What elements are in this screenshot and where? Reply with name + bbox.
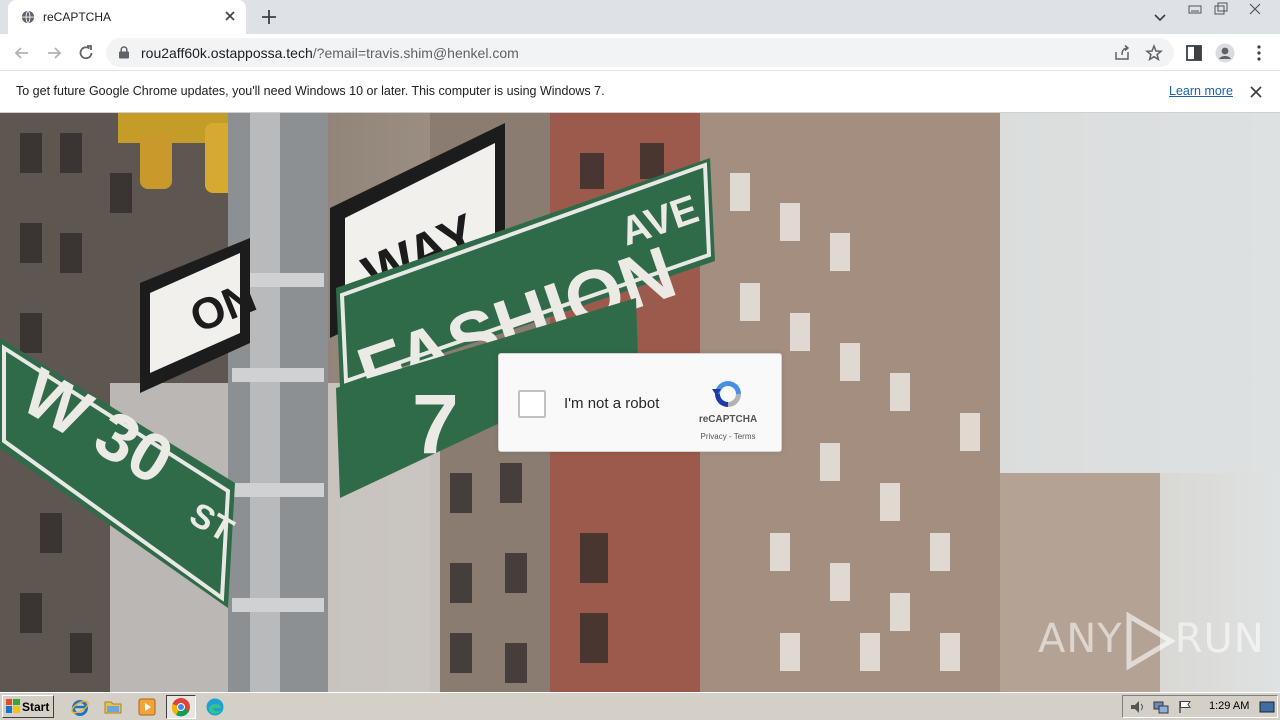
restore-icon[interactable]	[1210, 1, 1232, 17]
profile-avatar-icon[interactable]	[1215, 43, 1235, 63]
tab-title: reCAPTCHA	[43, 10, 112, 24]
reload-icon[interactable]	[76, 43, 96, 63]
share-icon[interactable]	[1113, 44, 1131, 62]
close-window-icon[interactable]	[1244, 1, 1266, 17]
watermark-left: ANY	[1038, 616, 1123, 662]
seventh-sign-text: 7	[412, 377, 459, 471]
menu-kebab-icon[interactable]	[1249, 43, 1269, 63]
recaptcha-widget: I'm not a robot reCAPTCHA Privacy - Term…	[498, 353, 782, 452]
bookmark-star-icon[interactable]	[1145, 44, 1163, 62]
tab-close-icon[interactable]	[222, 8, 238, 24]
url-text[interactable]: rou2aff60k.ostappossa.tech/?email=travis…	[141, 45, 519, 61]
play-logo-icon	[1126, 612, 1175, 670]
terms-link[interactable]: Terms	[734, 432, 756, 441]
windows-taskbar: Start 1:29 AM	[0, 692, 1280, 720]
forward-icon[interactable]	[44, 43, 64, 63]
media-player-icon[interactable]	[137, 697, 157, 717]
start-label: Start	[22, 700, 50, 714]
close-infobar-icon[interactable]	[1249, 85, 1263, 99]
new-tab-icon[interactable]	[260, 8, 278, 26]
system-tray: 1:29 AM	[1122, 695, 1278, 718]
volume-icon[interactable]	[1129, 700, 1145, 714]
edge-icon[interactable]	[205, 697, 225, 717]
lock-icon[interactable]	[118, 46, 130, 59]
action-center-flag-icon[interactable]	[1177, 700, 1193, 714]
explorer-folder-icon[interactable]	[103, 697, 123, 717]
update-infobar: To get future Google Chrome updates, you…	[0, 72, 1280, 113]
windows-flag-icon	[6, 699, 20, 713]
privacy-link[interactable]: Privacy	[701, 432, 727, 441]
chrome-icon[interactable]	[171, 697, 191, 717]
internet-explorer-icon[interactable]	[70, 697, 90, 717]
recaptcha-label: I'm not a robot	[564, 395, 660, 412]
side-panel-icon[interactable]	[1184, 43, 1204, 63]
start-button[interactable]: Start	[2, 695, 54, 718]
tab-recaptcha[interactable]: reCAPTCHA	[8, 0, 246, 34]
recaptcha-links: Privacy - Terms	[684, 432, 772, 441]
back-icon[interactable]	[12, 43, 32, 63]
infobar-message: To get future Google Chrome updates, you…	[16, 84, 605, 98]
clock[interactable]: 1:29 AM	[1209, 700, 1249, 712]
show-desktop-icon[interactable]	[1259, 700, 1275, 714]
recaptcha-checkbox[interactable]	[518, 390, 546, 418]
recaptcha-logo-icon	[712, 381, 741, 407]
link-separator: -	[726, 432, 734, 441]
tab-strip: reCAPTCHA	[0, 0, 1280, 34]
globe-icon	[21, 10, 35, 24]
address-bar[interactable]: rou2aff60k.ostappossa.tech/?email=travis…	[106, 38, 1174, 67]
chevron-down-icon[interactable]	[1152, 9, 1168, 25]
anyrun-watermark: ANY RUN	[1038, 612, 1265, 670]
watermark-right: RUN	[1174, 616, 1265, 662]
browser-toolbar: rou2aff60k.ostappossa.tech/?email=travis…	[0, 34, 1280, 71]
learn-more-link[interactable]: Learn more	[1169, 84, 1233, 98]
network-icon[interactable]	[1153, 700, 1169, 714]
minimize-icon[interactable]	[1184, 1, 1206, 17]
recaptcha-brand: reCAPTCHA	[698, 414, 758, 425]
